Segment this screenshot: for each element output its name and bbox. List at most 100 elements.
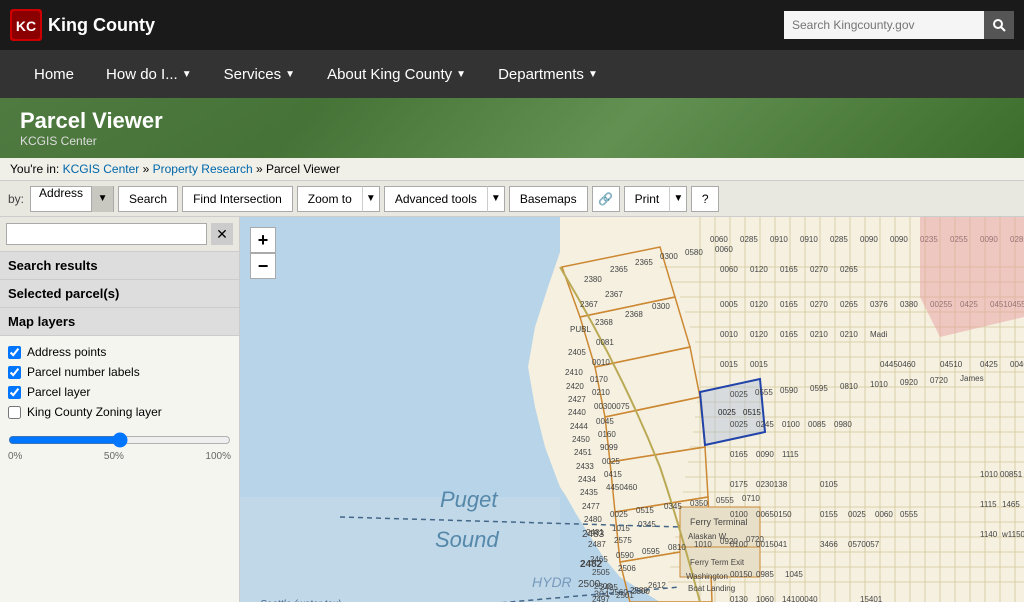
map-layers-content: Address points Parcel number labels Parc… — [0, 336, 239, 428]
layer-parcel-number-labels-checkbox[interactable] — [8, 366, 21, 379]
svg-text:2487: 2487 — [588, 540, 606, 549]
svg-text:2365: 2365 — [635, 258, 653, 267]
svg-text:0515: 0515 — [743, 408, 761, 417]
svg-text:0920: 0920 — [900, 378, 918, 387]
svg-text:0010: 0010 — [592, 358, 610, 367]
nav-arrow-departments: ▼ — [588, 69, 598, 80]
address-select-arrow[interactable]: ▼ — [91, 186, 113, 212]
svg-text:0130: 0130 — [730, 595, 748, 602]
breadcrumb-prefix: You're in: — [10, 162, 59, 176]
sidebar-close-button[interactable]: ✕ — [211, 223, 233, 245]
zoom-in-button[interactable]: + — [250, 227, 276, 253]
breadcrumb-link-property[interactable]: Property Research — [153, 162, 253, 176]
map-container[interactable]: 0060 0285 0910 0910 0285 0090 0090 0235 … — [240, 217, 1024, 602]
nav-item-home[interactable]: Home — [20, 50, 88, 98]
help-button[interactable]: ? — [691, 186, 719, 212]
section-header-map-layers[interactable]: Map layers — [0, 308, 239, 336]
svg-text:3466: 3466 — [820, 540, 838, 549]
svg-text:0105: 0105 — [820, 480, 838, 489]
find-intersection-button[interactable]: Find Intersection — [182, 186, 293, 212]
svg-text:00150: 00150 — [730, 570, 753, 579]
advanced-tools-arrow[interactable]: ▼ — [487, 186, 505, 212]
nav-item-about[interactable]: About King County ▼ — [313, 50, 480, 98]
svg-text:0710: 0710 — [742, 494, 760, 503]
section-header-search-results[interactable]: Search results — [0, 252, 239, 280]
svg-text:2450: 2450 — [572, 435, 590, 444]
svg-text:1115: 1115 — [782, 450, 799, 459]
link-icon-button[interactable]: 🔗 — [592, 186, 620, 212]
sidebar-search-input[interactable] — [6, 223, 207, 245]
svg-text:0025: 0025 — [718, 408, 736, 417]
svg-text:2560: 2560 — [610, 588, 628, 597]
svg-text:2506: 2506 — [618, 564, 636, 573]
site-search-button[interactable] — [984, 11, 1014, 39]
svg-text:0005: 0005 — [720, 300, 738, 309]
svg-text:2482: 2482 — [580, 559, 603, 570]
main-layout: ✕ Search results Selected parcel(s) Map … — [0, 217, 1024, 602]
svg-text:0595: 0595 — [642, 547, 660, 556]
svg-text:00300075: 00300075 — [594, 402, 630, 411]
svg-text:0590: 0590 — [780, 386, 798, 395]
svg-text:James: James — [960, 374, 984, 383]
layer-address-points-checkbox[interactable] — [8, 346, 21, 359]
print-button[interactable]: Print — [624, 186, 670, 212]
svg-text:0515: 0515 — [636, 506, 654, 515]
advanced-tools-button[interactable]: Advanced tools — [384, 186, 487, 212]
site-search-input[interactable] — [784, 11, 984, 39]
svg-text:2440: 2440 — [568, 408, 586, 417]
svg-text:4450460: 4450460 — [606, 483, 638, 492]
breadcrumb-link-kcgis[interactable]: KCGIS Center — [63, 162, 140, 176]
svg-text:Seattle (water tax): Seattle (water tax) — [260, 599, 341, 602]
layer-parcel-layer-checkbox[interactable] — [8, 386, 21, 399]
svg-text:1115: 1115 — [980, 500, 997, 509]
svg-text:1045: 1045 — [785, 570, 803, 579]
address-select-group: Address ▼ — [30, 186, 114, 212]
nav-arrow-services: ▼ — [285, 69, 295, 80]
layer-zoning-checkbox[interactable] — [8, 406, 21, 419]
svg-text:00650150: 00650150 — [756, 510, 792, 519]
nav-item-howdoi[interactable]: How do I... ▼ — [92, 50, 206, 98]
svg-text:2368: 2368 — [625, 310, 643, 319]
svg-text:0060: 0060 — [715, 245, 733, 254]
svg-text:2434: 2434 — [578, 475, 596, 484]
site-logo-text: King County — [48, 15, 155, 36]
print-arrow[interactable]: ▼ — [669, 186, 687, 212]
page-header: Parcel Viewer KCGIS Center — [0, 98, 1024, 158]
svg-text:0025: 0025 — [730, 390, 748, 399]
nav-item-departments[interactable]: Departments ▼ — [484, 50, 612, 98]
svg-text:2410: 2410 — [565, 368, 583, 377]
svg-text:0081: 0081 — [596, 338, 614, 347]
section-header-selected-parcels[interactable]: Selected parcel(s) — [0, 280, 239, 308]
svg-text:w1150: w1150 — [1001, 530, 1024, 539]
search-button[interactable]: Search — [118, 186, 178, 212]
basemaps-button[interactable]: Basemaps — [509, 186, 588, 212]
svg-text:14100040: 14100040 — [782, 595, 818, 602]
svg-text:0090: 0090 — [860, 235, 878, 244]
zoom-out-button[interactable]: − — [250, 253, 276, 279]
svg-text:00851: 00851 — [1000, 470, 1023, 479]
page-title: Parcel Viewer — [20, 108, 163, 134]
nav-arrow-howdoi: ▼ — [182, 69, 192, 80]
page-subtitle: KCGIS Center — [20, 134, 163, 148]
svg-text:Washington: Washington — [686, 572, 728, 581]
svg-text:2427: 2427 — [568, 395, 586, 404]
svg-text:PUBL: PUBL — [570, 325, 591, 334]
zoom-to-arrow[interactable]: ▼ — [362, 186, 380, 212]
nav-item-services[interactable]: Services ▼ — [210, 50, 309, 98]
sidebar-search-bar: ✕ — [0, 217, 239, 252]
svg-text:0025: 0025 — [848, 510, 866, 519]
svg-text:0120: 0120 — [750, 265, 768, 274]
layer-zoning: King County Zoning layer — [8, 402, 231, 422]
svg-text:0120: 0120 — [750, 330, 768, 339]
zoom-to-button[interactable]: Zoom to — [297, 186, 362, 212]
svg-text:0810: 0810 — [840, 382, 858, 391]
svg-text:0350: 0350 — [690, 499, 708, 508]
svg-text:04510: 04510 — [940, 360, 963, 369]
slider-labels: 0% 50% 100% — [8, 451, 231, 462]
svg-text:0025: 0025 — [730, 420, 748, 429]
svg-text:15401: 15401 — [860, 595, 883, 602]
layer-opacity-slider[interactable] — [8, 432, 231, 448]
address-select-main[interactable]: Address — [31, 186, 91, 212]
svg-text:0015041: 0015041 — [756, 540, 788, 549]
puget-sound-label2: Sound — [435, 527, 499, 552]
